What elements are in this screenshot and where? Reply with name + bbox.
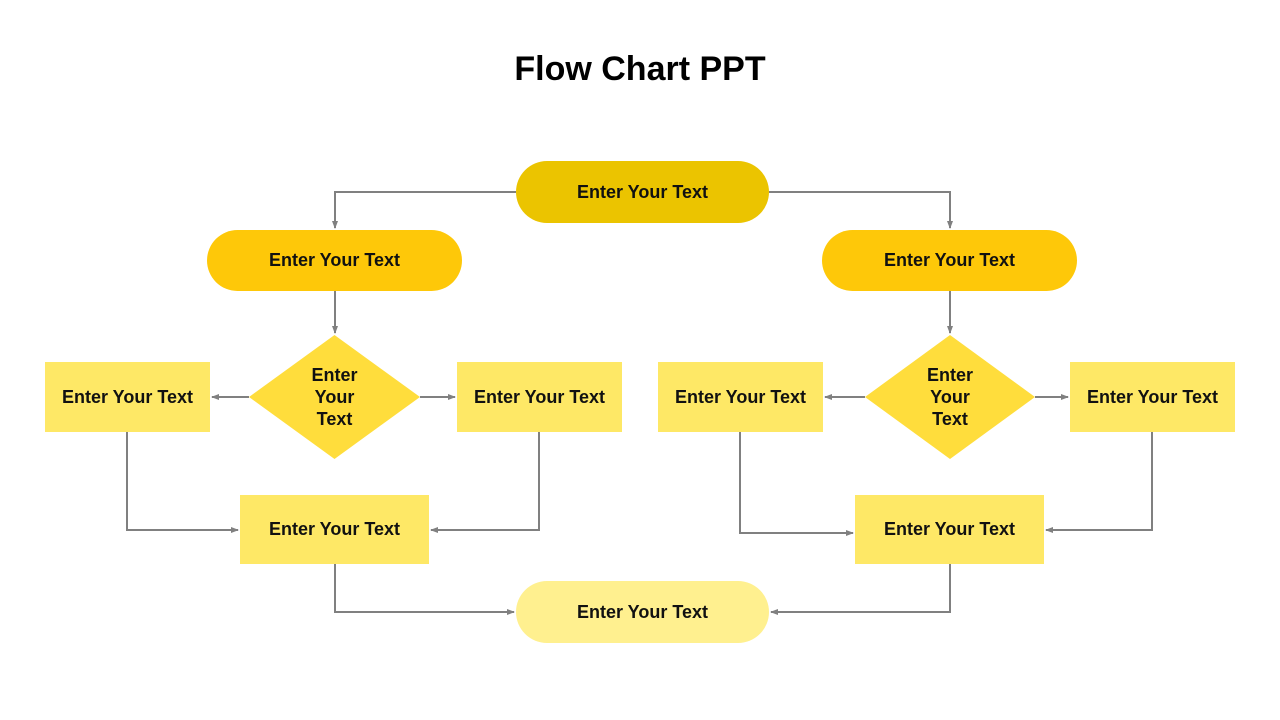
- left-option-a-node[interactable]: Enter Your Text: [45, 362, 210, 432]
- connector-lb-to-merge: [430, 432, 540, 533]
- left-decision-label: Enter Your Text: [311, 365, 358, 429]
- connector-start-to-right: [769, 191, 953, 229]
- left-merge-node[interactable]: Enter Your Text: [240, 495, 429, 564]
- left-merge-label: Enter Your Text: [268, 519, 401, 539]
- right-decision-node[interactable]: Enter Your Text: [865, 335, 1035, 459]
- right-merge-node[interactable]: Enter Your Text: [855, 495, 1044, 564]
- end-node-label: Enter Your Text: [576, 601, 709, 622]
- right-branch-label: Enter Your Text: [883, 250, 1016, 270]
- right-merge-label: Enter Your Text: [883, 519, 1016, 539]
- right-decision-label: Enter Your Text: [926, 365, 973, 429]
- right-option-a-label: Enter Your Text: [674, 386, 807, 407]
- right-branch-node[interactable]: Enter Your Text: [822, 230, 1077, 291]
- left-branch-node[interactable]: Enter Your Text: [207, 230, 462, 291]
- left-decision-node[interactable]: Enter Your Text: [249, 335, 420, 459]
- right-option-a-node[interactable]: Enter Your Text: [658, 362, 823, 432]
- connector-rb-to-merge: [1045, 432, 1153, 533]
- connector-start-to-left: [332, 191, 516, 229]
- connector-ra-to-merge: [739, 432, 854, 536]
- left-option-a-label: Enter Your Text: [61, 386, 194, 407]
- connector-lmerge-to-end: [334, 564, 515, 615]
- left-option-b-node[interactable]: Enter Your Text: [457, 362, 622, 432]
- left-branch-label: Enter Your Text: [268, 250, 401, 270]
- start-node-label: Enter Your Text: [576, 181, 709, 202]
- connector-rmerge-to-end: [770, 564, 951, 615]
- connector-la-to-merge: [126, 432, 239, 533]
- left-option-b-label: Enter Your Text: [473, 386, 606, 407]
- end-node[interactable]: Enter Your Text: [516, 581, 769, 643]
- right-option-b-node[interactable]: Enter Your Text: [1070, 362, 1235, 432]
- right-option-b-label: Enter Your Text: [1086, 386, 1219, 407]
- start-node[interactable]: Enter Your Text: [516, 161, 769, 223]
